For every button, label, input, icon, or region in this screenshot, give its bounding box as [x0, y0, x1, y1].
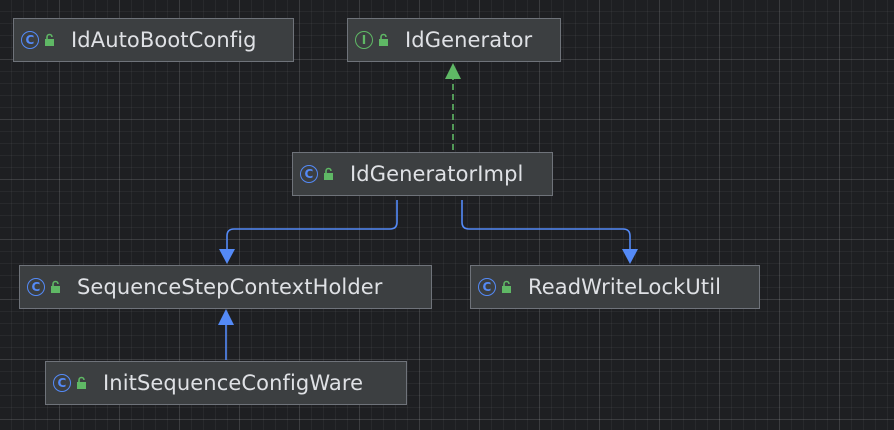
class-icon: C: [300, 165, 318, 183]
class-name-label: IdGeneratorImpl: [350, 162, 524, 186]
arrowhead-init-to-sequence-holder: [218, 309, 234, 325]
public-lock-icon: [502, 280, 511, 293]
class-node-id-generator-impl[interactable]: C IdGeneratorImpl: [292, 152, 553, 196]
edge-impl-to-sequence-holder: [226, 200, 398, 250]
class-icon: C: [478, 278, 496, 296]
interface-name-label: IdGenerator: [405, 28, 533, 52]
class-node-init-sequence-config-ware[interactable]: C InitSequenceConfigWare: [45, 361, 407, 405]
public-lock-icon: [379, 33, 388, 46]
public-lock-icon: [45, 33, 54, 46]
class-name-label: SequenceStepContextHolder: [77, 275, 383, 299]
class-name-label: ReadWriteLockUtil: [528, 275, 722, 299]
public-lock-icon: [77, 376, 86, 389]
edge-impl-to-read-write-lock: [461, 200, 631, 250]
class-name-label: IdAutoBootConfig: [71, 28, 257, 52]
class-icon: C: [27, 278, 45, 296]
public-lock-icon: [51, 280, 60, 293]
class-node-sequence-step-context-holder[interactable]: C SequenceStepContextHolder: [19, 265, 432, 309]
class-icon: C: [21, 31, 39, 49]
class-node-id-auto-boot-config[interactable]: C IdAutoBootConfig: [13, 18, 294, 62]
arrowhead-impl-to-sequence-holder: [219, 249, 235, 264]
interface-node-id-generator[interactable]: I IdGenerator: [347, 18, 561, 62]
arrowhead-implements: [445, 63, 461, 79]
arrowhead-impl-to-read-write-lock: [622, 249, 638, 264]
class-icon: C: [53, 374, 71, 392]
uml-class-diagram: C IdAutoBootConfig I IdGenerator C IdGen…: [0, 0, 894, 430]
public-lock-icon: [324, 167, 333, 180]
interface-icon: I: [355, 31, 373, 49]
class-name-label: InitSequenceConfigWare: [103, 371, 364, 395]
class-node-read-write-lock-util[interactable]: C ReadWriteLockUtil: [470, 265, 760, 309]
